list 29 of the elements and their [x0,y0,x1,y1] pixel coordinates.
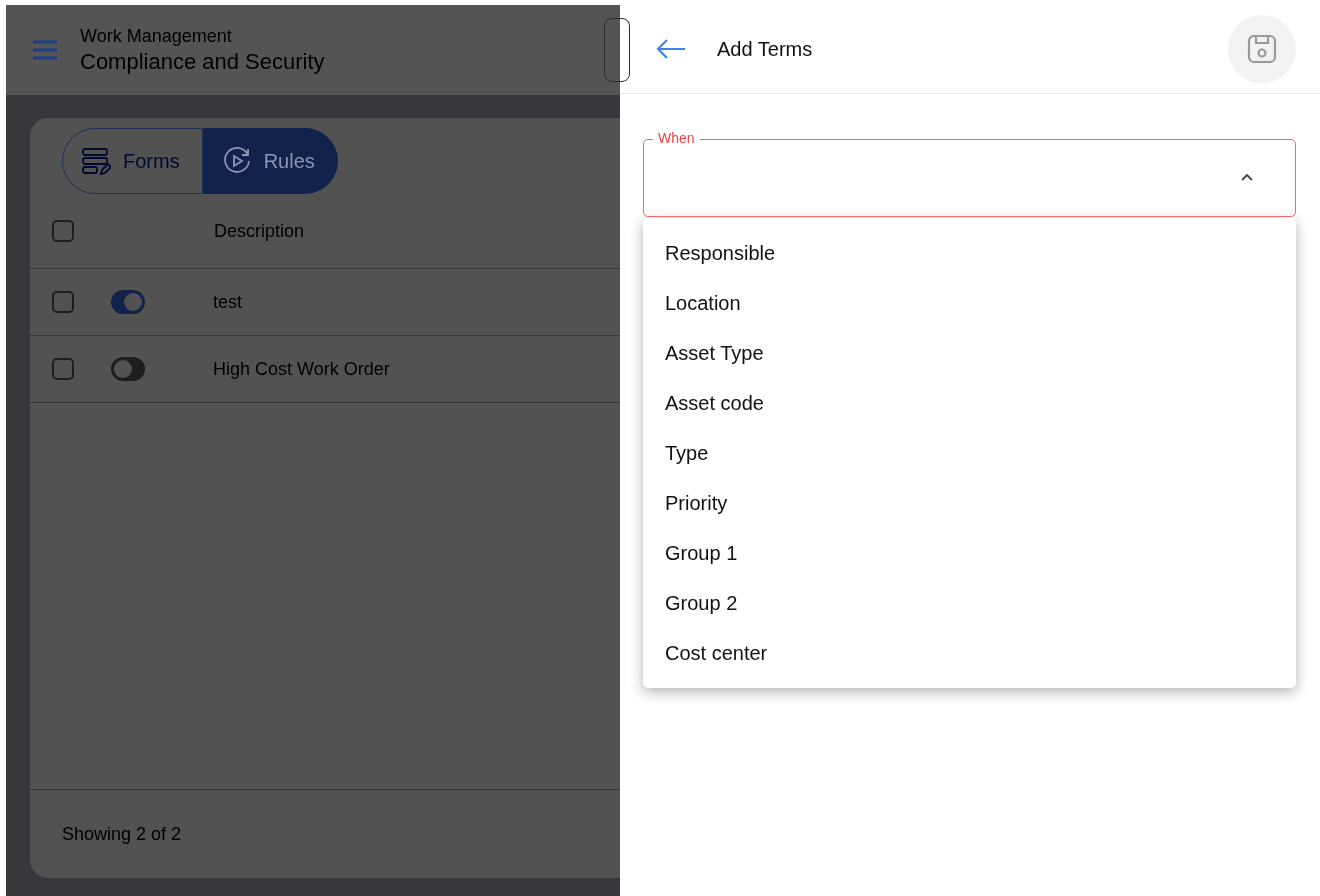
header-control[interactable] [604,18,630,82]
menu-item[interactable]: Group 1 [643,528,1296,578]
menu-item[interactable]: Cost center [643,628,1296,678]
menu-icon[interactable] [32,39,58,61]
menu-item[interactable]: Priority [643,478,1296,528]
play-refresh-icon [221,146,252,176]
caret-icon [1241,173,1253,181]
table-cell: High Cost Work Order [213,358,390,380]
pagination-summary: Showing 2 of 2 [62,823,182,845]
menu-item[interactable]: Type [643,428,1296,478]
app-subtitle: Work Management [80,25,233,47]
checkbox[interactable] [52,291,74,313]
menu-item[interactable]: Location [643,278,1296,328]
toggle-switch[interactable] [111,290,145,314]
page-title: Compliance and Security [80,48,325,75]
menu-item[interactable]: Responsible [643,228,1296,278]
column-header: Description [214,220,305,242]
panel-title: Add Terms [717,37,814,61]
back-arrow-icon[interactable] [656,39,686,59]
menu-item[interactable]: Group 2 [643,578,1296,628]
checkbox[interactable] [52,358,74,380]
toggle-switch[interactable] [111,357,145,381]
tab[interactable]: Rules [202,128,338,194]
checkbox[interactable] [52,220,74,242]
form-list-icon [81,146,111,176]
table-cell: test [213,291,242,313]
save-icon [1246,33,1278,65]
menu-item[interactable]: Asset Type [643,328,1296,378]
menu-item[interactable]: Asset code [643,378,1296,428]
